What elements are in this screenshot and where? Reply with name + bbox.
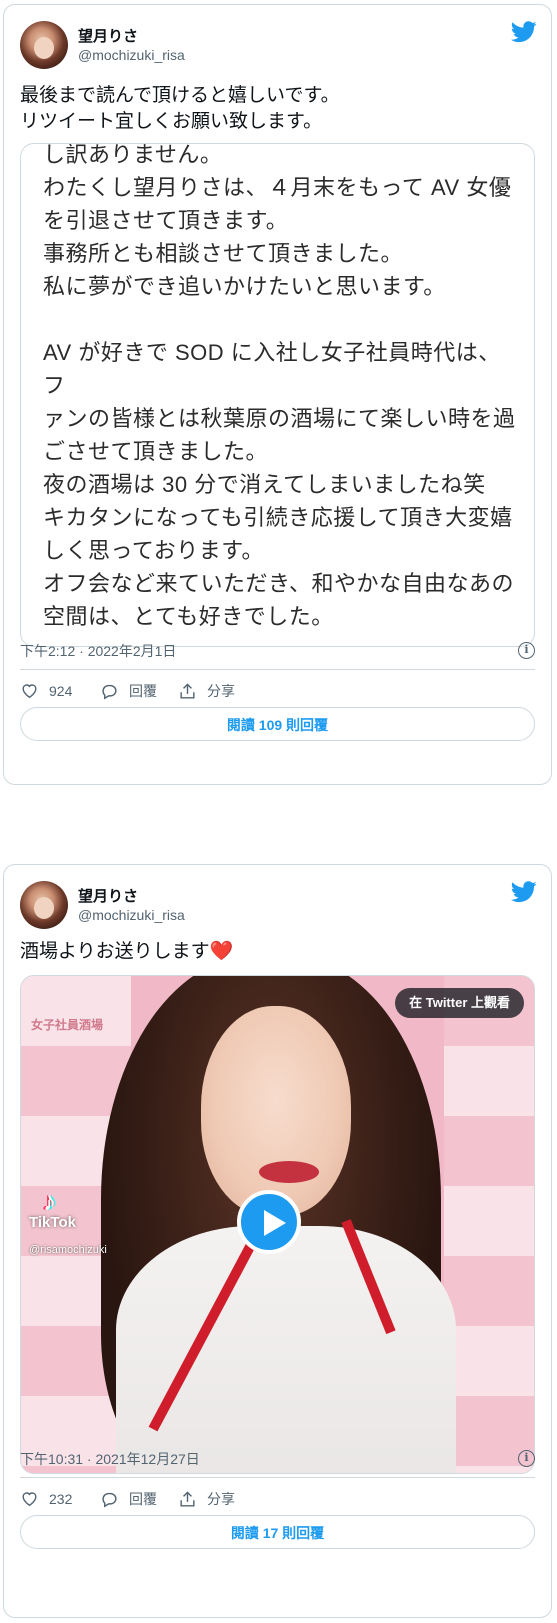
video-shirt	[116, 1226, 456, 1473]
tweet-text-body: 酒場よりお送りします	[20, 941, 210, 962]
heart-icon	[22, 684, 37, 699]
watch-on-twitter-button[interactable]: 在 Twitter 上觀看	[395, 988, 524, 1018]
reply-button[interactable]: 回覆	[100, 681, 157, 701]
divider	[20, 669, 535, 670]
twitter-bird-icon[interactable]	[511, 881, 537, 903]
timestamp[interactable]: 下午10:31 · 2021年12月27日	[20, 1449, 200, 1469]
tiktok-label: TikTok	[29, 1214, 76, 1231]
user-name[interactable]: 望月りさ	[78, 885, 138, 906]
tweet-video[interactable]: 女子社員酒場 ♪ TikTok @risamochizuki 在 Twitter…	[20, 975, 535, 1474]
share-icon	[180, 1490, 195, 1507]
read-replies-button[interactable]: 閱讀 17 則回覆	[20, 1515, 535, 1549]
tweet-card-1: 望月りさ @mochizuki_risa 最後まで読んで頂けると嬉しいです。 リ…	[3, 4, 552, 785]
reply-button[interactable]: 回覆	[100, 1489, 157, 1509]
tweet-image-document[interactable]: し訳ありません。 わたくし望月りさは、４月末をもって AV 女優 を引退させて頂…	[20, 143, 535, 647]
action-bar: 232 回覆 分享	[20, 1489, 535, 1513]
tweet-text: 最後まで読んで頂けると嬉しいです。 リツイート宜しくお願い致します。	[20, 85, 340, 132]
image-text: し訳ありません。 わたくし望月りさは、４月末をもって AV 女優 を引退させて頂…	[43, 143, 516, 629]
reply-icon	[102, 684, 117, 699]
like-button[interactable]: 232	[20, 1489, 72, 1508]
heart-emoji: ❤️	[209, 941, 234, 962]
avatar[interactable]	[20, 21, 68, 69]
share-button[interactable]: 分享	[178, 1489, 235, 1509]
tweet-card-2: 望月りさ @mochizuki_risa 酒場よりお送りします❤️ 女子社員酒場…	[3, 864, 552, 1618]
share-button[interactable]: 分享	[178, 681, 235, 701]
avatar[interactable]	[20, 881, 68, 929]
share-icon	[180, 682, 195, 699]
reply-label: 回覆	[129, 1491, 157, 1507]
share-label: 分享	[207, 1491, 235, 1507]
like-count: 924	[49, 682, 73, 699]
read-replies-button[interactable]: 閱讀 109 則回覆	[20, 707, 535, 741]
timestamp[interactable]: 下午2:12 · 2022年2月1日	[20, 641, 176, 661]
action-bar: 924 回覆 分享	[20, 681, 535, 705]
twitter-bird-icon[interactable]	[511, 21, 537, 43]
reply-icon	[102, 1492, 117, 1507]
tiktok-user: @risamochizuki	[29, 1244, 107, 1256]
share-label: 分享	[207, 683, 235, 699]
video-face	[201, 1006, 351, 1216]
divider	[20, 1477, 535, 1478]
user-handle[interactable]: @mochizuki_risa	[78, 907, 185, 923]
like-button[interactable]: 924	[20, 681, 72, 700]
video-lips	[259, 1161, 319, 1183]
heart-icon	[22, 1492, 37, 1507]
tweet-text: 酒場よりお送りします❤️	[20, 939, 535, 965]
info-icon[interactable]: i	[518, 642, 535, 659]
user-handle[interactable]: @mochizuki_risa	[78, 47, 185, 63]
background-panel	[444, 976, 534, 1473]
reply-label: 回覆	[129, 683, 157, 699]
tiktok-icon: ♪	[43, 1186, 56, 1216]
sign-text: 女子社員酒場	[31, 1018, 104, 1032]
user-name[interactable]: 望月りさ	[78, 25, 138, 46]
info-icon[interactable]: i	[518, 1450, 535, 1467]
like-count: 232	[49, 1490, 73, 1507]
play-icon[interactable]	[237, 1190, 301, 1254]
